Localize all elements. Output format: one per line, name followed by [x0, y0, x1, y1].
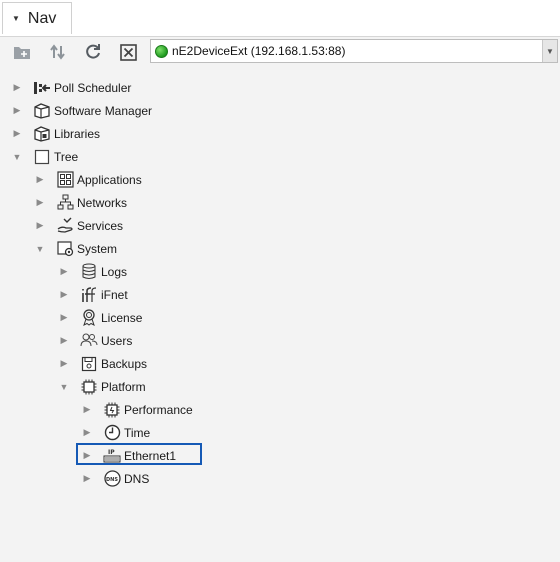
tree-item-backups[interactable]: ▶ Backups [58, 352, 147, 375]
tree-item-users[interactable]: ▶ Users [58, 329, 132, 352]
collapse-arrow-icon[interactable]: ▼ [11, 151, 23, 163]
expand-arrow-icon[interactable]: ▶ [81, 450, 93, 462]
tree-item-label: Performance [124, 402, 193, 417]
users-icon [80, 332, 98, 350]
tree-item-label: System [77, 241, 118, 256]
expand-arrow-icon[interactable]: ▶ [58, 289, 70, 301]
ord-selector[interactable]: nE2DeviceExt (192.168.1.53:88) ▼ [150, 39, 558, 63]
expand-arrow-icon[interactable]: ▶ [81, 473, 93, 485]
collapse-arrow-icon[interactable]: ▼ [34, 243, 46, 255]
performance-chip-icon [103, 401, 121, 419]
ethernet-ip-icon: IP [103, 447, 121, 465]
chevron-down-icon[interactable]: ▼ [12, 14, 20, 23]
tree-item-dns[interactable]: ▶ DNS DNS [81, 467, 149, 490]
tree-item-label: iFnet [101, 287, 128, 302]
expand-arrow-icon[interactable]: ▶ [11, 82, 23, 94]
tab-bar: ▼ Nav [0, 0, 560, 37]
toolbar: nE2DeviceExt (192.168.1.53:88) ▼ [0, 37, 560, 67]
tree-item-libraries[interactable]: ▶ Libraries [11, 122, 100, 145]
tree-item-label: Users [101, 333, 133, 348]
expand-arrow-icon[interactable]: ▶ [11, 128, 23, 140]
refresh-button[interactable] [81, 41, 105, 63]
software-box-icon [33, 102, 51, 120]
tree-item-label: Software Manager [54, 103, 153, 118]
expand-arrow-icon[interactable]: ▶ [34, 174, 46, 186]
tree-item-time[interactable]: ▶ Time [81, 421, 150, 444]
expand-arrow-icon[interactable]: ▶ [81, 427, 93, 439]
expand-arrow-icon[interactable]: ▶ [34, 197, 46, 209]
database-icon [80, 263, 98, 281]
tree-item-poll-scheduler[interactable]: ▶ Poll Scheduler [11, 76, 132, 99]
tree-root-icon [33, 148, 51, 166]
ord-text: nE2DeviceExt (192.168.1.53:88) [172, 44, 346, 58]
tree-item-label: Services [77, 218, 124, 233]
tree-item-label: DNS [124, 471, 150, 486]
expand-arrow-icon[interactable]: ▶ [58, 358, 70, 370]
svg-text:DNS: DNS [106, 477, 118, 483]
backup-disk-icon [80, 355, 98, 373]
collapse-arrow-icon[interactable]: ▼ [58, 381, 70, 393]
nav-tree: ▶ Poll Scheduler ▶ Software Manager ▶ Li… [0, 68, 560, 562]
close-box-icon [119, 43, 137, 61]
tree-item-services[interactable]: ▶ Services [34, 214, 123, 237]
tree-item-label: Backups [101, 356, 148, 371]
tree-item-license[interactable]: ▶ License [58, 306, 142, 329]
tree-item-label: Tree [54, 149, 79, 164]
tree-item-networks[interactable]: ▶ Networks [34, 191, 127, 214]
refresh-icon [86, 44, 100, 59]
network-icon [56, 194, 74, 212]
expand-arrow-icon[interactable]: ▶ [81, 404, 93, 416]
tree-item-ethernet1[interactable]: ▶ IP Ethernet1 [81, 444, 177, 467]
tree-item-label: Applications [77, 172, 142, 187]
tree-item-performance[interactable]: ▶ Performance [81, 398, 193, 421]
library-box-icon [33, 125, 51, 143]
expand-arrow-icon[interactable]: ▶ [58, 312, 70, 324]
tree-item-software-manager[interactable]: ▶ Software Manager [11, 99, 152, 122]
tree-item-label: Libraries [54, 126, 101, 141]
expand-arrow-icon[interactable]: ▶ [58, 335, 70, 347]
system-gear-icon [56, 240, 74, 258]
tree-item-label: Logs [101, 264, 128, 279]
license-award-icon [80, 309, 98, 327]
tree-item-label: Time [124, 425, 151, 440]
applications-grid-icon [56, 171, 74, 189]
ifnet-logo-icon [80, 286, 98, 304]
expand-arrow-icon[interactable]: ▶ [34, 220, 46, 232]
services-hand-icon [56, 217, 74, 235]
tree-item-label: Poll Scheduler [54, 80, 132, 95]
tree-item-logs[interactable]: ▶ Logs [58, 260, 127, 283]
tree-item-label: Networks [77, 195, 128, 210]
poll-scheduler-icon [33, 79, 51, 97]
expand-arrow-icon[interactable]: ▶ [58, 266, 70, 278]
expand-arrow-icon[interactable]: ▶ [11, 105, 23, 117]
tree-item-label: Ethernet1 [124, 448, 177, 463]
tree-item-label: Platform [101, 379, 146, 394]
clock-icon [103, 424, 121, 442]
tab-title: Nav [27, 9, 57, 27]
tree-item-applications[interactable]: ▶ Applications [34, 168, 142, 191]
sort-button[interactable] [46, 41, 70, 63]
new-folder-button[interactable] [10, 41, 34, 63]
tree-item-label: License [101, 310, 143, 325]
tab-nav[interactable]: ▼ Nav [2, 2, 72, 34]
new-folder-icon [14, 47, 30, 59]
tree-item-tree[interactable]: ▼ Tree [11, 145, 78, 168]
tree-item-ifnet[interactable]: ▶ iFnet [58, 283, 128, 306]
svg-text:IP: IP [108, 449, 115, 456]
sort-icon [50, 44, 65, 60]
chip-icon [80, 378, 98, 396]
dropdown-arrow-icon[interactable]: ▼ [542, 40, 557, 62]
dns-globe-icon: DNS [103, 470, 121, 488]
status-dot-icon [155, 44, 168, 58]
tree-item-platform[interactable]: ▼ Platform [58, 375, 146, 398]
tree-item-system[interactable]: ▼ System [34, 237, 117, 260]
close-button[interactable] [116, 41, 140, 63]
